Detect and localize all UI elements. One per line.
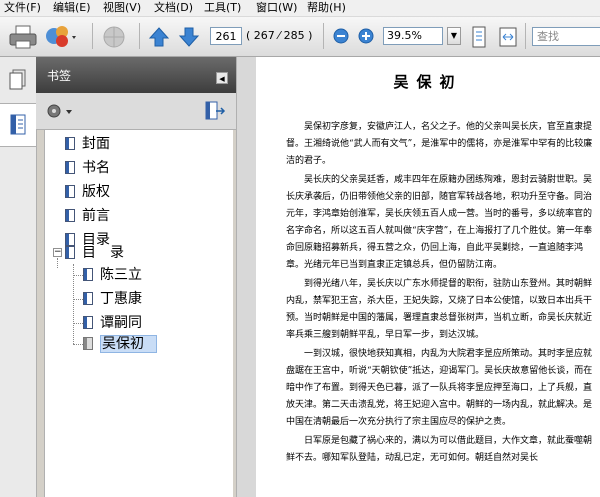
bookmark-item-selected[interactable]: 吴保初 (83, 334, 157, 354)
bookmarks-panel-toolbar (36, 93, 236, 130)
bookmark-item[interactable]: 前言 (65, 206, 110, 226)
next-page-icon[interactable] (178, 26, 200, 48)
fit-page-icon[interactable] (468, 26, 490, 48)
search-input[interactable]: 查找 (532, 27, 600, 46)
document-paragraph: 吴长庆的父亲吴廷香，咸丰四年在原籍办团练殉难，恩封云骑尉世职。吴长庆承袭后，仍旧… (286, 175, 593, 270)
document-paragraph: 日军原是包藏了祸心来的，满以为可以借此题目，大作文章，就此蚕噬朝鲜不去。哪知军队… (286, 436, 593, 463)
bookmark-icon (83, 337, 93, 350)
print-icon[interactable] (8, 24, 38, 50)
bookmarks-tab[interactable] (0, 103, 36, 147)
bookmark-item[interactable]: 版权 (65, 182, 110, 202)
options-gear-icon[interactable] (46, 102, 74, 120)
bookmark-label: 前言 (82, 208, 110, 224)
bookmark-item[interactable]: 目 录 (65, 243, 124, 263)
bookmark-item[interactable]: 谭嗣同 (83, 313, 142, 333)
menu-bar: 文件(F) 编辑(E) 视图(V) 文档(D) 工具(T) 窗口(W) 帮助(H… (0, 0, 600, 17)
menu-file[interactable]: 文件(F) (4, 1, 41, 15)
bookmark-icon (65, 246, 75, 259)
bookmark-item[interactable]: 丁惠康 (83, 289, 142, 309)
zoom-input[interactable]: 39.5% (383, 27, 443, 45)
menu-edit[interactable]: 编辑(E) (53, 1, 91, 15)
document-paragraph: 吴保初字彦复，安徽庐江人，名父之子。他的父亲叫吴长庆，官至直隶提督。王湘绮说他“… (286, 122, 593, 166)
bookmark-label: 谭嗣同 (100, 315, 142, 331)
bookmark-icon (83, 292, 93, 305)
panel-splitter[interactable] (236, 57, 257, 497)
bookmark-icon (65, 161, 75, 174)
collapse-toggle[interactable]: − (53, 248, 62, 257)
collapse-panel-button[interactable]: ◀ (216, 72, 228, 84)
collaborate-icon[interactable] (44, 24, 80, 50)
zoom-out-icon[interactable] (333, 28, 349, 44)
bookmarks-icon (10, 114, 26, 135)
bookmark-label: 书名 (82, 160, 110, 176)
document-view[interactable]: 吴保初 吴保初字彦复，安徽庐江人，名父之子。他的父亲叫吴长庆，官至直隶提督。王湘… (256, 57, 600, 497)
page-count: ( 267 ⁄ 285 ) (246, 29, 313, 42)
bookmark-label: 陈三立 (100, 267, 142, 283)
document-title: 吴保初 (393, 73, 463, 91)
bookmark-label: 丁惠康 (100, 291, 142, 307)
expand-bookmark-icon[interactable] (204, 101, 226, 121)
pages-icon[interactable] (8, 69, 28, 91)
zoom-in-icon[interactable] (358, 28, 374, 44)
bookmark-item[interactable]: 封面 (65, 134, 110, 154)
bookmarks-panel-header: 书签 ◀ (36, 57, 236, 93)
bookmark-label: 吴保初 (100, 335, 157, 353)
globe-disabled-icon (103, 26, 125, 48)
fit-width-icon[interactable] (497, 26, 519, 48)
zoom-dropdown-button[interactable]: ▼ (447, 27, 461, 45)
bookmark-icon (83, 268, 93, 281)
menu-window[interactable]: 窗口(W) (256, 1, 297, 15)
previous-page-icon[interactable] (148, 26, 170, 48)
menu-help[interactable]: 帮助(H) (307, 1, 346, 15)
bookmark-icon (83, 316, 93, 329)
bookmark-label: 目 录 (82, 245, 124, 261)
bookmark-label: 版权 (82, 184, 110, 200)
bookmark-icon (65, 137, 75, 150)
panel-title: 书签 (47, 69, 72, 83)
bookmark-label: 封面 (82, 136, 110, 152)
menu-view[interactable]: 视图(V) (103, 1, 141, 15)
menu-document[interactable]: 文档(D) (154, 1, 193, 15)
bookmark-item[interactable]: 陈三立 (83, 265, 142, 285)
bookmark-item[interactable]: 书名 (65, 158, 110, 178)
document-body: 吴保初字彦复，安徽庐江人，名父之子。他的父亲叫吴长庆，官至直隶提督。王湘绮说他“… (286, 119, 600, 469)
document-paragraph: 一到汉城，很快地获知真相，内乱为大院君李昰应所策动。其时李昰应就盘踞在王宫中，听… (286, 349, 593, 427)
navigation-strip (0, 57, 37, 497)
bookmark-icon (65, 185, 75, 198)
page-number-input[interactable]: 261 (210, 27, 242, 45)
toolbar: 261 ( 267 ⁄ 285 ) 39.5% ▼ 查找 (0, 17, 600, 57)
bookmark-icon (65, 209, 75, 222)
menu-tools[interactable]: 工具(T) (204, 1, 241, 15)
document-paragraph: 到得光绪八年，吴长庆以广东水师提督的职衔，驻防山东登州。其时朝鲜内乱，禁军犯王宫… (286, 279, 593, 340)
bookmark-tree: − 封面 书名 版权 前言 目录 目 录 陈三立 丁惠康 谭嗣同 吴保初 (44, 130, 233, 497)
